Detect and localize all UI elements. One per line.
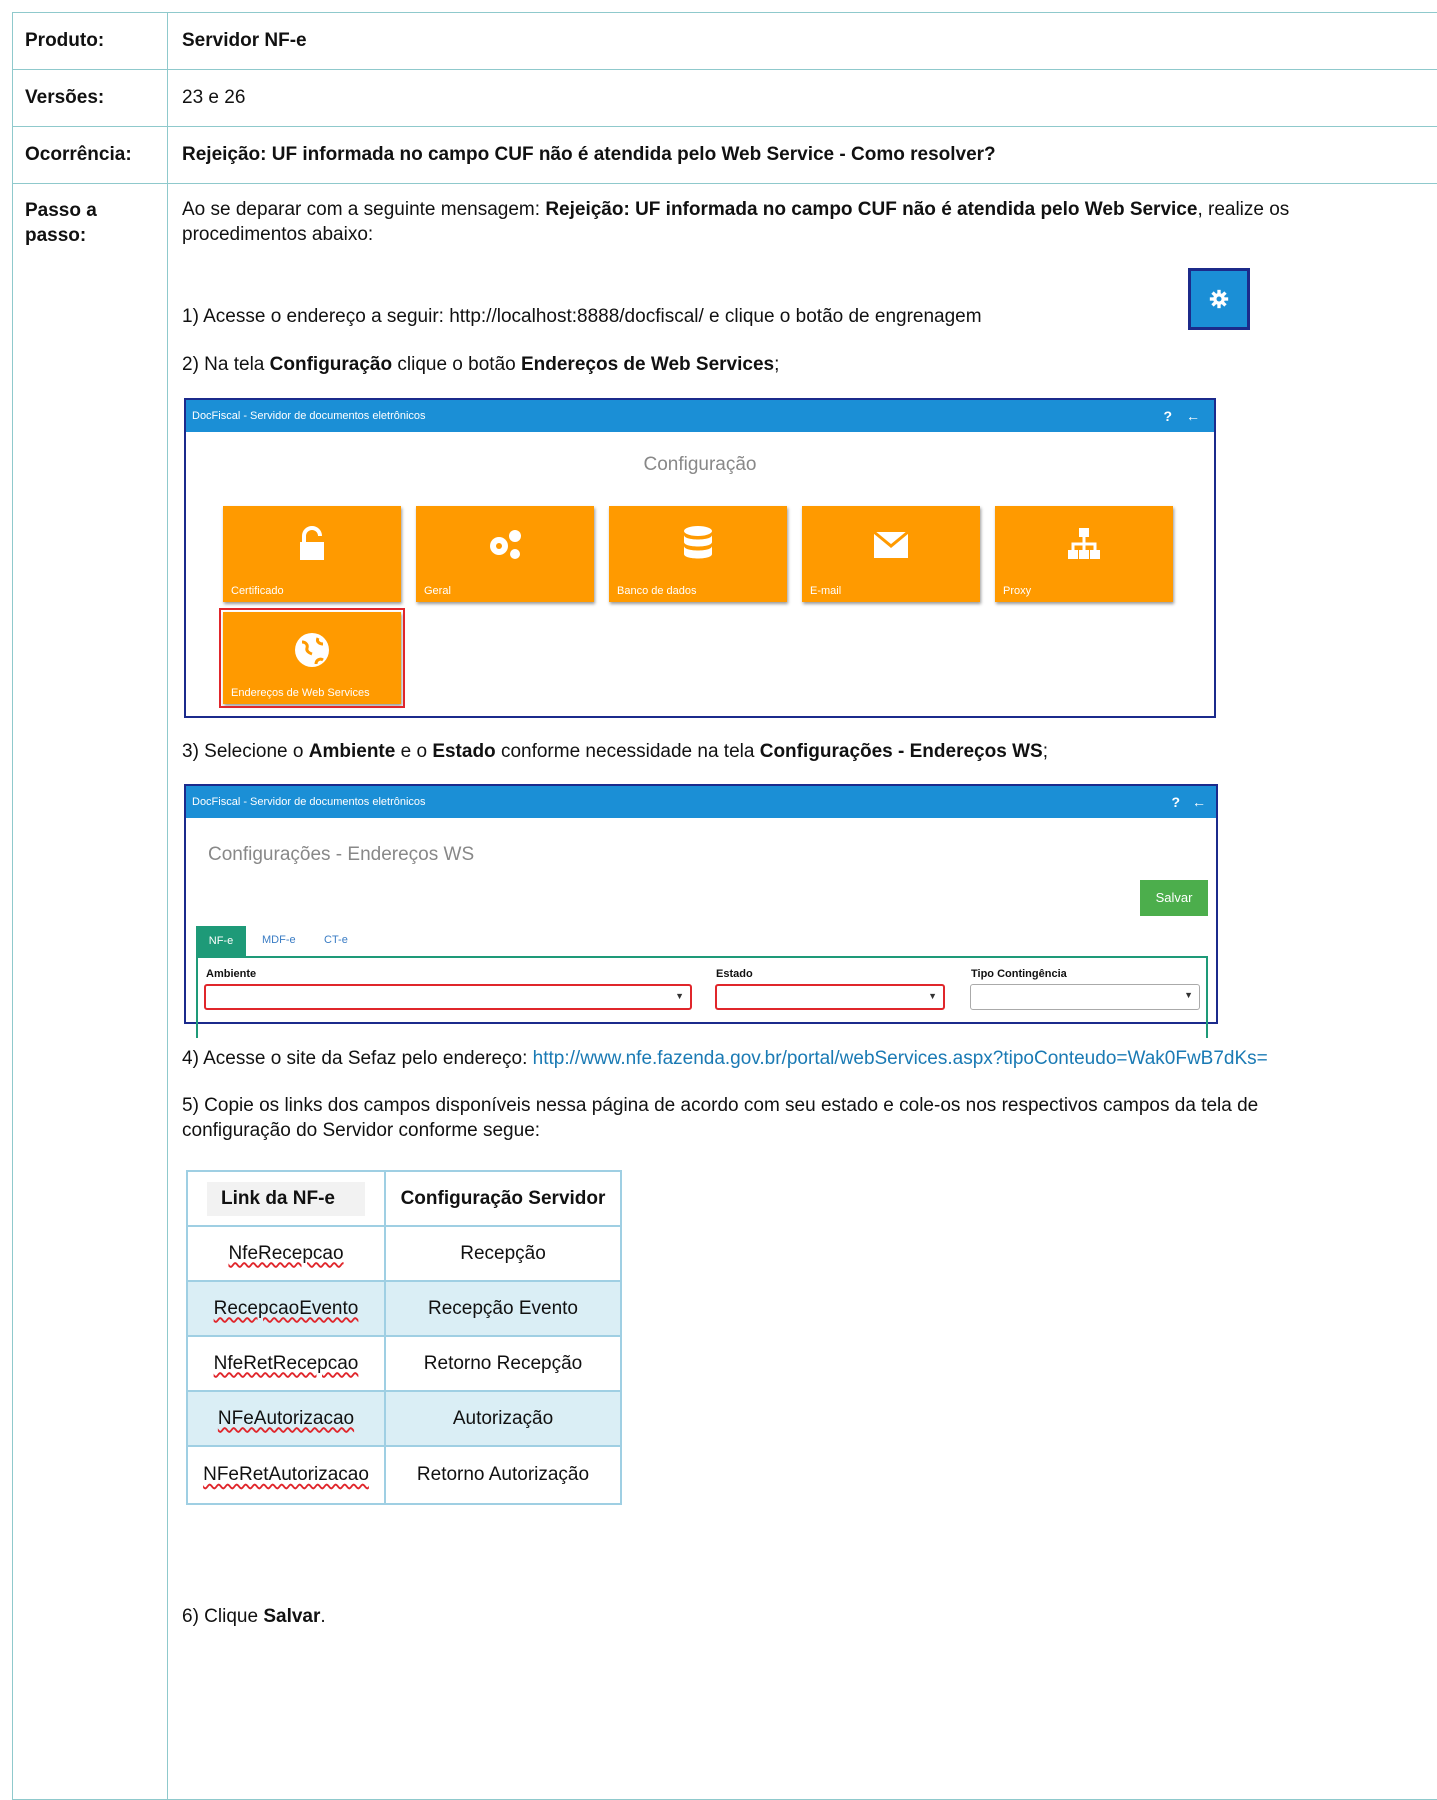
tile-proxy[interactable]: Proxy <box>995 506 1173 602</box>
tile-label: Geral <box>424 585 451 597</box>
app-titlebar: DocFiscal - Servidor de documentos eletr… <box>186 786 1216 818</box>
app-title: DocFiscal - Servidor de documentos eletr… <box>192 410 426 422</box>
config-name: Retorno Autorização <box>384 1445 622 1505</box>
tile-label: Endereços de Web Services <box>231 687 370 699</box>
gears-icon <box>490 530 521 559</box>
gear-button[interactable] <box>1188 268 1250 330</box>
table-row: RecepcaoEvento Recepção Evento <box>186 1280 622 1337</box>
tab-cte[interactable]: CT-e <box>324 934 348 946</box>
estado-label: Estado <box>716 968 753 980</box>
header-link-nfe: Link da NF-e <box>186 1170 386 1227</box>
label-ocorrencia: Ocorrência: <box>12 127 168 183</box>
step-1: 1) Acesse o endereço a seguir: http://lo… <box>182 306 982 327</box>
ambiente-label: Ambiente <box>206 968 257 980</box>
label-produto: Produto: <box>12 13 168 69</box>
unlock-icon <box>300 526 324 560</box>
table-row: NfeRecepcao Recepção <box>186 1225 622 1282</box>
back-arrow-icon[interactable]: ← <box>1192 786 1206 818</box>
value-versoes: 23 e 26 <box>182 87 246 108</box>
intro-line-1: Ao se deparar com a seguinte mensagem: R… <box>182 199 1290 220</box>
tipo-contingencia-select[interactable]: ▼ <box>970 984 1200 1010</box>
config-screenshot: DocFiscal - Servidor de documentos eletr… <box>184 398 1216 718</box>
label-passo: Passo a passo: <box>12 184 168 1799</box>
intro-line-2: procedimentos abaixo: <box>182 224 374 245</box>
step-6: 6) Clique Salvar. <box>182 1606 326 1627</box>
config-heading: Configuração <box>643 454 757 475</box>
config-name: Autorização <box>384 1390 622 1447</box>
link-name: NFeAutorizacao <box>217 1407 355 1429</box>
table-header-row: Link da NF-e Configuração Servidor <box>186 1170 622 1227</box>
step-5-line-2: configuração do Servidor conforme segue: <box>182 1120 541 1141</box>
globe-icon <box>295 633 329 667</box>
config-name: Retorno Recepção <box>384 1335 622 1392</box>
help-icon[interactable]: ? <box>1171 786 1180 818</box>
row-produto: Produto: Servidor NF-e <box>12 12 1437 70</box>
document: Produto: Servidor NF-e Versões: 23 e 26 … <box>12 12 1437 1800</box>
row-ocorrencia: Ocorrência: Rejeição: UF informada no ca… <box>12 127 1437 184</box>
app-title: DocFiscal - Servidor de documentos eletr… <box>192 796 426 808</box>
step-2: 2) Na tela Configuração clique o botão E… <box>182 354 780 375</box>
sitemap-icon <box>1068 528 1100 559</box>
header-configuracao: Configuração Servidor <box>384 1170 622 1227</box>
database-icon <box>684 526 712 559</box>
app-titlebar: DocFiscal - Servidor de documentos eletr… <box>186 400 1214 432</box>
table-row: NFeRetAutorizacao Retorno Autorização <box>186 1445 622 1505</box>
steps-body: Ao se deparar com a seguinte mensagem: R… <box>168 184 1437 1799</box>
enderecos-ws-screenshot: DocFiscal - Servidor de documentos eletr… <box>184 784 1218 1038</box>
help-icon[interactable]: ? <box>1163 400 1172 432</box>
table-row: NFeAutorizacao Autorização <box>186 1390 622 1447</box>
config-name: Recepção <box>384 1225 622 1282</box>
tab-nfe[interactable]: NF-e <box>196 926 246 956</box>
caret-down-icon: ▼ <box>1184 990 1193 1000</box>
tile-email[interactable]: E-mail <box>802 506 980 602</box>
tile-enderecos-web-services[interactable]: Endereços de Web Services <box>219 608 405 708</box>
tile-label: Proxy <box>1003 585 1032 597</box>
tile-label: E-mail <box>810 585 842 597</box>
caret-down-icon: ▼ <box>675 991 684 1001</box>
label-versoes: Versões: <box>12 70 168 126</box>
tile-banco-de-dados[interactable]: Banco de dados <box>609 506 787 602</box>
mapping-table: Link da NF-e Configuração Servidor NfeRe… <box>186 1170 622 1505</box>
link-name: NfeRecepcao <box>228 1242 344 1264</box>
tile-geral[interactable]: Geral <box>416 506 594 602</box>
caret-down-icon: ▼ <box>928 991 937 1001</box>
link-name: RecepcaoEvento <box>213 1297 359 1319</box>
link-name: NfeRetRecepcao <box>213 1352 359 1374</box>
value-ocorrencia: Rejeição: UF informada no campo CUF não … <box>182 144 996 165</box>
ambiente-select[interactable]: ▼ <box>204 984 692 1010</box>
row-passo: Passo a passo: Ao se deparar com a segui… <box>12 184 1437 1800</box>
step-3: 3) Selecione o Ambiente e o Estado confo… <box>182 741 1048 762</box>
save-button[interactable]: Salvar <box>1140 880 1208 916</box>
sefaz-link[interactable]: http://www.nfe.fazenda.gov.br/portal/web… <box>533 1048 1268 1069</box>
back-arrow-icon[interactable]: ← <box>1186 400 1200 432</box>
gear-icon <box>1209 289 1229 309</box>
ws-heading: Configurações - Endereços WS <box>208 844 475 865</box>
step-5-line-1: 5) Copie os links dos campos disponíveis… <box>182 1095 1259 1116</box>
tile-certificado[interactable]: Certificado <box>223 506 401 602</box>
config-name: Recepção Evento <box>384 1280 622 1337</box>
tile-label: Certificado <box>231 585 284 597</box>
table-row: NfeRetRecepcao Retorno Recepção <box>186 1335 622 1392</box>
link-name: NFeRetAutorizacao <box>203 1464 369 1485</box>
tab-mdfe[interactable]: MDF-e <box>262 934 296 946</box>
estado-select[interactable]: ▼ <box>715 984 945 1010</box>
tile-label: Banco de dados <box>617 585 697 597</box>
step-4: 4) Acesse o site da Sefaz pelo endereço:… <box>182 1048 1268 1069</box>
tipo-contingencia-label: Tipo Contingência <box>971 968 1067 980</box>
envelope-icon <box>873 530 909 558</box>
row-versoes: Versões: 23 e 26 <box>12 70 1437 127</box>
value-produto: Servidor NF-e <box>182 30 307 51</box>
